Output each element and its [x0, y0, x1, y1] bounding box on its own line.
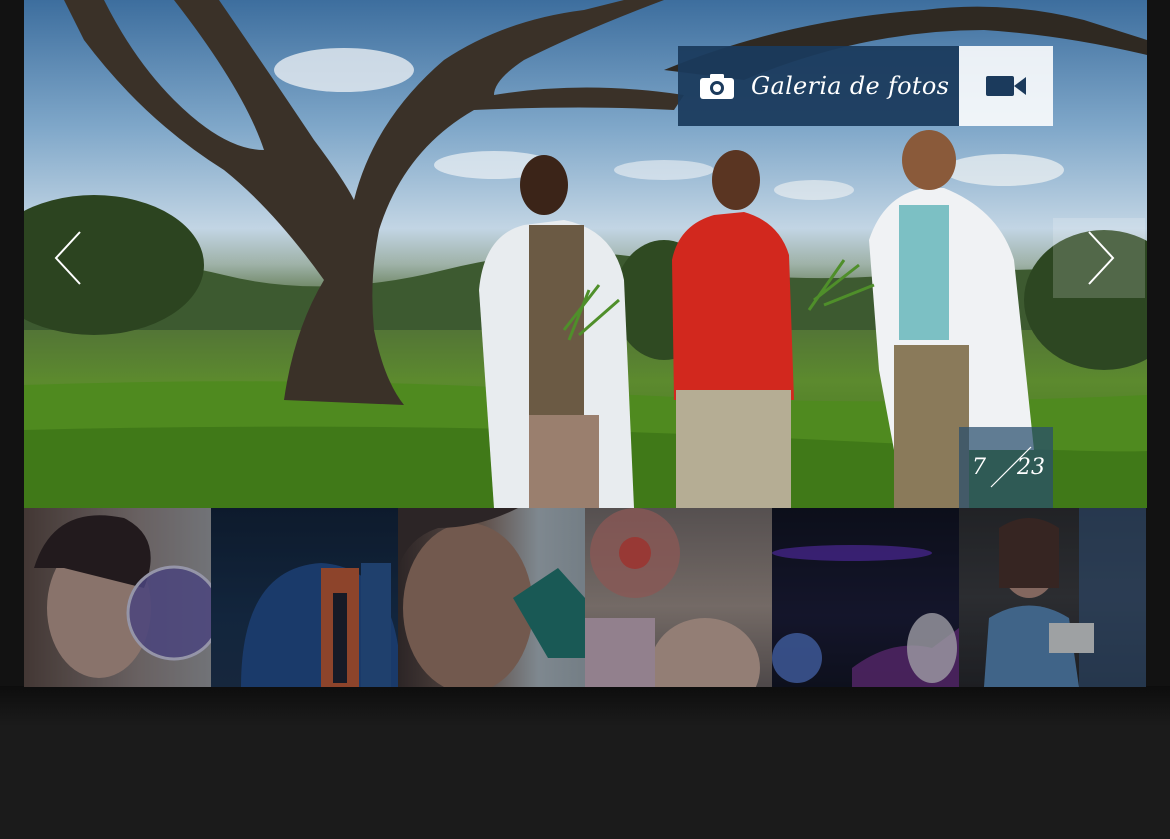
camera-icon — [699, 72, 735, 100]
thumbnail-uv-light[interactable] — [772, 508, 959, 687]
chevron-left-icon — [54, 231, 81, 285]
previous-photo-button[interactable] — [24, 218, 116, 298]
thumbnail-lab-samples[interactable] — [585, 508, 772, 687]
next-photo-button[interactable] — [1053, 218, 1145, 298]
video-gallery-tab[interactable] — [959, 46, 1053, 126]
current-photo-number: 7 — [972, 455, 986, 480]
gallery-title: Galeria de fotos — [751, 72, 950, 100]
thumbnail-observatory[interactable] — [211, 508, 398, 687]
video-camera-icon — [986, 76, 1026, 96]
frame-shadow — [0, 686, 1170, 726]
thumbnail-strip — [24, 508, 1147, 687]
thumbnail-microscope[interactable] — [398, 508, 585, 687]
total-photos-number: 23 — [1017, 455, 1045, 480]
photo-counter: 7 23 — [959, 427, 1053, 508]
thumbnail-server-room[interactable] — [959, 508, 1146, 687]
photo-gallery-tab[interactable]: Galeria de fotos — [678, 46, 959, 126]
thumbnail-scientist-petri-dish[interactable] — [24, 508, 211, 687]
chevron-right-icon — [1088, 231, 1115, 285]
